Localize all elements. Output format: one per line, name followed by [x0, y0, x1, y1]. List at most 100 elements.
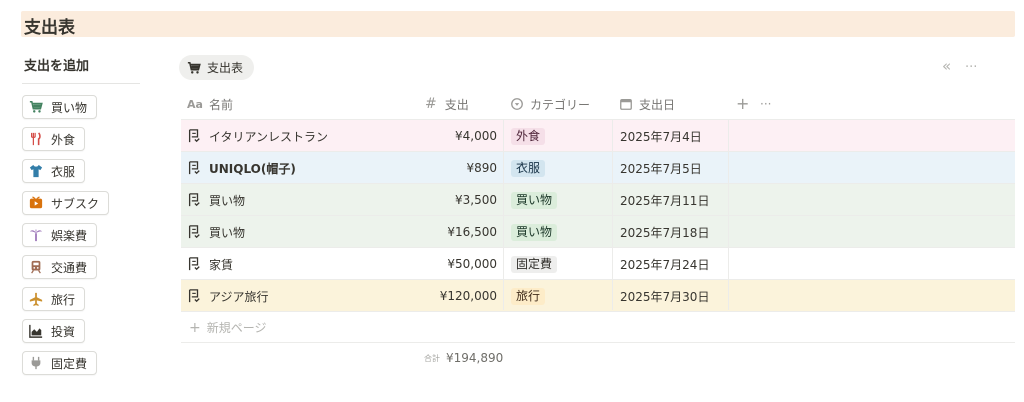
sum-value: ¥194,890: [446, 351, 504, 365]
row-date[interactable]: 2025年7月5日: [620, 152, 702, 184]
table-row[interactable]: 買い物 ¥3,500 買い物 2025年7月11日: [181, 184, 1015, 216]
plug-icon: [31, 356, 41, 370]
row-date[interactable]: 2025年7月18日: [620, 216, 709, 248]
page-icon: [188, 225, 200, 239]
add-transport-button[interactable]: 交通費: [22, 255, 98, 279]
button-label: 外食: [51, 132, 76, 147]
page-icon: [188, 129, 200, 143]
button-label: 投資: [51, 324, 76, 339]
button-label: 旅行: [51, 292, 76, 307]
column-header-label: 支出: [444, 97, 469, 112]
collapse-icon[interactable]: «: [942, 57, 951, 75]
sidebar-heading: 支出を追加: [24, 59, 90, 74]
row-date[interactable]: 2025年7月24日: [620, 248, 709, 280]
add-investment-button[interactable]: 投資: [22, 319, 86, 343]
sum-label: 合計: [424, 354, 440, 363]
row-amount[interactable]: ¥3,500: [455, 184, 497, 216]
add-entertainment-button[interactable]: 娯楽費: [22, 223, 98, 247]
table-row[interactable]: 家賃 ¥50,000 固定費 2025年7月24日: [181, 248, 1015, 280]
column-header-label: 名前: [208, 97, 233, 112]
column-divider: [503, 119, 504, 310]
row-name: イタリアンレストラン: [209, 129, 329, 144]
category-tag[interactable]: 外食: [511, 128, 546, 145]
column-header-amount[interactable]: # 支出: [425, 95, 469, 113]
button-label: サブスク: [51, 196, 100, 211]
column-header-date[interactable]: 支出日: [619, 95, 675, 113]
number-property-icon: #: [425, 96, 437, 112]
shopping-cart-icon: [187, 61, 201, 74]
button-label: 交通費: [51, 260, 88, 275]
row-date[interactable]: 2025年7月4日: [620, 120, 702, 152]
row-name: 家賃: [209, 257, 234, 272]
row-amount[interactable]: ¥50,000: [447, 248, 497, 280]
row-name: 買い物: [209, 193, 246, 208]
shopping-cart-icon: [29, 100, 43, 113]
new-page-button[interactable]: + 新規ページ: [189, 319, 267, 336]
add-dining-button[interactable]: 外食: [22, 127, 86, 151]
page-icon: [188, 289, 200, 303]
row-date[interactable]: 2025年7月11日: [620, 184, 709, 216]
page-icon: [188, 193, 200, 207]
view-more-icon[interactable]: ···: [965, 60, 977, 75]
airplane-icon: [29, 292, 43, 306]
page-icon: [188, 257, 200, 271]
row-amount[interactable]: ¥16,500: [447, 216, 497, 248]
train-icon: [31, 260, 41, 274]
palm-tree-icon: [29, 228, 43, 242]
footer-divider: [181, 342, 1015, 343]
category-tag[interactable]: 買い物: [511, 224, 558, 241]
row-name: アジア旅行: [209, 289, 269, 304]
calendar-icon: [620, 98, 632, 110]
sidebar-divider: [22, 83, 140, 84]
table-row[interactable]: アジア旅行 ¥120,000 旅行 2025年7月30日: [181, 280, 1015, 312]
button-label: 買い物: [51, 100, 88, 115]
column-header-label: カテゴリー: [530, 97, 591, 112]
column-header-label: 支出日: [639, 97, 676, 112]
table-row[interactable]: 買い物 ¥16,500 買い物 2025年7月18日: [181, 216, 1015, 248]
row-name: UNIQLO(帽子): [209, 161, 296, 176]
row-amount[interactable]: ¥890: [466, 152, 497, 184]
add-travel-button[interactable]: 旅行: [22, 287, 86, 311]
fork-knife-icon: [31, 132, 41, 146]
row-date[interactable]: 2025年7月30日: [620, 280, 709, 312]
button-label: 固定費: [51, 356, 88, 371]
add-fixed-cost-button[interactable]: 固定費: [22, 351, 98, 375]
category-tag[interactable]: 買い物: [511, 192, 558, 209]
category-tag[interactable]: 衣服: [511, 160, 546, 177]
table-row[interactable]: イタリアンレストラン ¥4,000 外食 2025年7月4日: [181, 120, 1015, 152]
tshirt-icon: [29, 164, 43, 178]
column-header-name[interactable]: Aa 名前: [187, 95, 233, 113]
column-header-category[interactable]: カテゴリー: [510, 95, 590, 113]
table-row[interactable]: UNIQLO(帽子) ¥890 衣服 2025年7月5日: [181, 152, 1015, 184]
row-name: 買い物: [209, 225, 246, 240]
category-tag[interactable]: 固定費: [511, 256, 558, 273]
select-icon: [511, 98, 523, 110]
column-divider: [728, 119, 729, 310]
add-property-icon[interactable]: +: [736, 94, 749, 113]
row-name-cell[interactable]: 買い物: [187, 216, 245, 248]
add-clothing-button[interactable]: 衣服: [22, 159, 86, 183]
play-box-icon: [29, 196, 43, 209]
row-name-cell[interactable]: イタリアンレストラン: [187, 120, 328, 152]
category-tag[interactable]: 旅行: [511, 288, 546, 305]
page-title-bar: 支出表: [21, 11, 1015, 38]
new-page-label: 新規ページ: [206, 321, 267, 335]
view-tab-expenses[interactable]: 支出表: [179, 55, 255, 80]
add-shopping-button[interactable]: 買い物: [22, 95, 98, 119]
page-icon: [188, 161, 200, 175]
button-label: 衣服: [51, 164, 76, 179]
page-title: 支出表: [24, 18, 75, 38]
text-property-icon: Aa: [187, 97, 203, 111]
plus-icon: +: [189, 320, 201, 336]
table-more-icon[interactable]: ···: [760, 95, 771, 113]
chart-icon: [29, 324, 43, 338]
row-name-cell[interactable]: 買い物: [187, 184, 245, 216]
row-name-cell[interactable]: 家賃: [187, 248, 233, 280]
row-amount[interactable]: ¥4,000: [455, 120, 497, 152]
row-name-cell[interactable]: UNIQLO(帽子): [187, 152, 296, 184]
column-divider: [612, 119, 613, 310]
add-subscription-button[interactable]: サブスク: [22, 191, 110, 215]
row-amount[interactable]: ¥120,000: [440, 280, 497, 312]
view-tab-label: 支出表: [207, 61, 244, 75]
row-name-cell[interactable]: アジア旅行: [187, 280, 269, 312]
